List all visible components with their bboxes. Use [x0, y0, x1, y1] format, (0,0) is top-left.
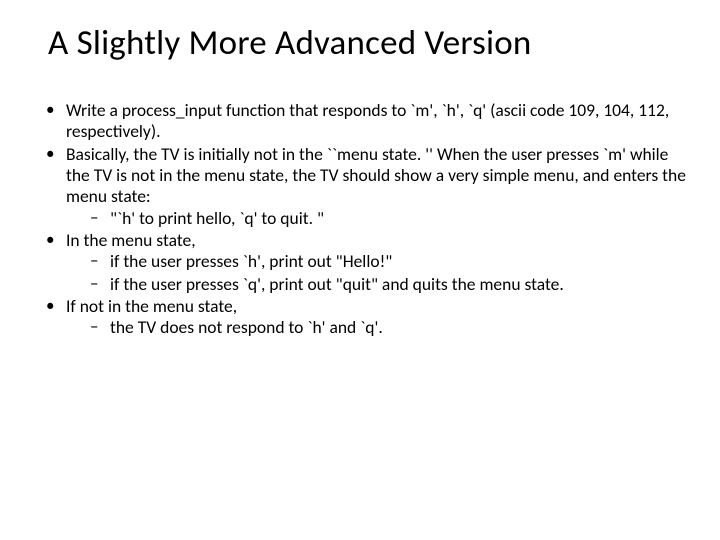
slide-title: A Slightly More Advanced Version: [48, 22, 686, 64]
bullet-item: Write a process_input function that resp…: [40, 100, 686, 143]
bullet-item: If not in the menu state, the TV does no…: [40, 296, 686, 339]
sub-bullet-item: if the user presses `q', print out "quit…: [88, 274, 686, 295]
bullet-text: Basically, the TV is initially not in th…: [66, 143, 686, 208]
sub-bullet-item: "`h' to print hello, `q' to quit. ": [88, 208, 686, 229]
sub-bullet-list: "`h' to print hello, `q' to quit. ": [88, 208, 686, 229]
sub-bullet-list: the TV does not respond to `h' and `q'.: [88, 317, 686, 338]
sub-bullet-text: the TV does not respond to `h' and `q'.: [110, 316, 383, 338]
bullet-text: In the menu state,: [66, 229, 196, 251]
bullet-list: Write a process_input function that resp…: [40, 100, 686, 339]
sub-bullet-text: if the user presses `q', print out "quit…: [110, 273, 564, 295]
sub-bullet-item: the TV does not respond to `h' and `q'.: [88, 317, 686, 338]
bullet-item: Basically, the TV is initially not in th…: [40, 144, 686, 229]
slide: A Slightly More Advanced Version Write a…: [0, 0, 720, 540]
sub-bullet-text: if the user presses `h', print out "Hell…: [110, 250, 392, 272]
sub-bullet-text: "`h' to print hello, `q' to quit. ": [110, 207, 324, 229]
bullet-item: In the menu state, if the user presses `…: [40, 230, 686, 295]
sub-bullet-item: if the user presses `h', print out "Hell…: [88, 251, 686, 272]
bullet-text: Write a process_input function that resp…: [66, 99, 669, 142]
bullet-text: If not in the menu state,: [66, 295, 237, 317]
sub-bullet-list: if the user presses `h', print out "Hell…: [88, 251, 686, 295]
